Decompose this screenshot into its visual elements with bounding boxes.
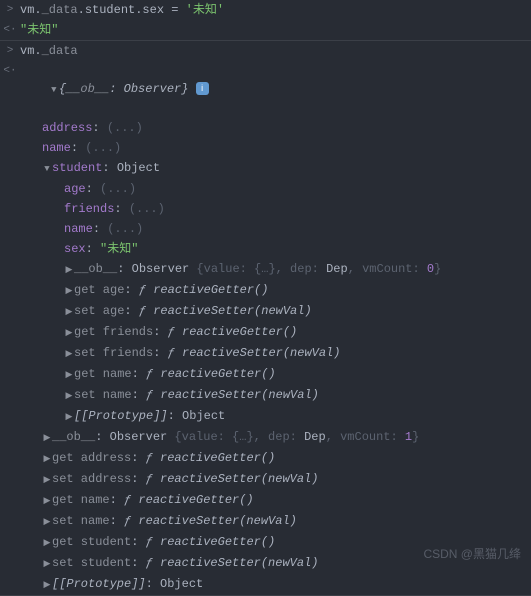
- accessor-kind: set friends: [74, 346, 153, 360]
- prop-value: Object: [182, 409, 225, 423]
- prop-value[interactable]: (...): [85, 141, 121, 155]
- accessor-kind: get name: [74, 367, 132, 381]
- prompt-output-icon: <·: [0, 62, 20, 80]
- expand-arrow-icon[interactable]: ▼: [49, 81, 59, 99]
- prop-key: friends: [64, 202, 114, 216]
- expand-arrow-icon[interactable]: ▼: [42, 160, 52, 178]
- console-code: vm._data.student.sex = '未知': [20, 1, 531, 19]
- tree-row[interactable]: ▶set friends: ƒ reactiveSetter(newVal): [0, 343, 531, 364]
- console-input-row[interactable]: > vm._data.student.sex = '未知': [0, 0, 531, 20]
- function-icon: ƒ reactiveGetter(): [168, 325, 298, 339]
- function-icon: ƒ reactiveGetter(): [146, 535, 276, 549]
- accessor-kind: set name: [52, 514, 110, 528]
- accessor-kind: get address: [52, 451, 131, 465]
- collapse-arrow-icon[interactable]: ▶: [64, 261, 74, 279]
- prop-value[interactable]: (...): [100, 182, 136, 196]
- function-icon: ƒ reactiveSetter(newVal): [124, 514, 297, 528]
- tree-row[interactable]: ▶[[Prototype]]: Object: [0, 574, 531, 595]
- prop-value: "未知": [100, 242, 138, 256]
- prop-key: age: [64, 182, 86, 196]
- tree-row[interactable]: ▶get age: ƒ reactiveGetter(): [0, 280, 531, 301]
- accessor-kind: set name: [74, 388, 132, 402]
- prop-key: name: [64, 222, 93, 236]
- tree-row[interactable]: ▼student: Object: [0, 158, 531, 179]
- function-icon: ƒ reactiveSetter(newVal): [146, 388, 319, 402]
- console-output-row: <· "未知": [0, 20, 531, 40]
- tree-row[interactable]: ▶get name: ƒ reactiveGetter(): [0, 490, 531, 511]
- prompt-input-icon: >: [0, 1, 20, 19]
- function-icon: ƒ reactiveSetter(newVal): [168, 346, 341, 360]
- prop-key: student: [52, 161, 102, 175]
- function-icon: ƒ reactiveSetter(newVal): [146, 556, 319, 570]
- prop-value[interactable]: (...): [107, 121, 143, 135]
- tree-row[interactable]: ▶__ob__: Observer {value: {…}, dep: Dep,…: [0, 259, 531, 280]
- collapse-arrow-icon[interactable]: ▶: [42, 513, 52, 531]
- accessor-kind: get age: [74, 283, 124, 297]
- prop-key: [[Prototype]]: [74, 409, 168, 423]
- function-icon: ƒ reactiveGetter(): [146, 451, 276, 465]
- tree-row[interactable]: ▶[[Prototype]]: Object: [0, 406, 531, 427]
- accessor-kind: get student: [52, 535, 131, 549]
- info-icon[interactable]: i: [196, 82, 209, 95]
- tree-row[interactable]: age: (...): [0, 179, 531, 199]
- prop-value: Observer {value: {…}, dep: Dep, vmCount:…: [132, 262, 442, 276]
- tree-row[interactable]: ▶get address: ƒ reactiveGetter(): [0, 448, 531, 469]
- accessor-kind: set age: [74, 304, 124, 318]
- collapse-arrow-icon[interactable]: ▶: [42, 450, 52, 468]
- collapse-arrow-icon[interactable]: ▶: [64, 345, 74, 363]
- collapse-arrow-icon[interactable]: ▶: [64, 387, 74, 405]
- object-preview[interactable]: {__ob__: Observer}: [59, 82, 189, 96]
- prop-value[interactable]: (...): [129, 202, 165, 216]
- collapse-arrow-icon[interactable]: ▶: [42, 534, 52, 552]
- tree-row[interactable]: ▶get friends: ƒ reactiveGetter(): [0, 322, 531, 343]
- collapse-arrow-icon[interactable]: ▶: [42, 555, 52, 573]
- accessor-kind: get name: [52, 493, 110, 507]
- tree-row[interactable]: sex: "未知": [0, 239, 531, 259]
- tree-row[interactable]: ▶__ob__: Observer {value: {…}, dep: Dep,…: [0, 427, 531, 448]
- collapse-arrow-icon[interactable]: ▶: [64, 366, 74, 384]
- function-icon: ƒ reactiveGetter(): [139, 283, 269, 297]
- prompt-input-icon: >: [0, 42, 20, 60]
- tree-row[interactable]: friends: (...): [0, 199, 531, 219]
- prop-key: address: [42, 121, 92, 135]
- prop-key: sex: [64, 242, 86, 256]
- tree-row[interactable]: name: (...): [0, 219, 531, 239]
- function-icon: ƒ reactiveGetter(): [146, 367, 276, 381]
- collapse-arrow-icon[interactable]: ▶: [42, 471, 52, 489]
- prop-value: Object: [160, 577, 203, 591]
- prop-value: Observer {value: {…}, dep: Dep, vmCount:…: [110, 430, 420, 444]
- function-icon: ƒ reactiveSetter(newVal): [139, 304, 312, 318]
- collapse-arrow-icon[interactable]: ▶: [42, 576, 52, 594]
- tree-row[interactable]: ▶set name: ƒ reactiveSetter(newVal): [0, 511, 531, 532]
- tree-row[interactable]: name: (...): [0, 138, 531, 158]
- function-icon: ƒ reactiveSetter(newVal): [146, 472, 319, 486]
- prop-value: Object: [117, 161, 160, 175]
- console-input-row[interactable]: > vm._data: [0, 41, 531, 61]
- output-value: "未知": [20, 23, 58, 37]
- function-icon: ƒ reactiveGetter(): [124, 493, 254, 507]
- tree-row[interactable]: ▶get name: ƒ reactiveGetter(): [0, 364, 531, 385]
- tree-row[interactable]: ▶set age: ƒ reactiveSetter(newVal): [0, 301, 531, 322]
- collapse-arrow-icon[interactable]: ▶: [64, 303, 74, 321]
- prop-key: name: [42, 141, 71, 155]
- console-code: vm._data: [20, 42, 531, 60]
- collapse-arrow-icon[interactable]: ▶: [42, 492, 52, 510]
- tree-row[interactable]: ▶set address: ƒ reactiveSetter(newVal): [0, 469, 531, 490]
- watermark: CSDN @黑猫几绛: [423, 545, 521, 563]
- collapse-arrow-icon[interactable]: ▶: [42, 429, 52, 447]
- collapse-arrow-icon[interactable]: ▶: [64, 408, 74, 426]
- accessor-kind: set student: [52, 556, 131, 570]
- prompt-output-icon: <·: [0, 21, 20, 39]
- prop-key: [[Prototype]]: [52, 577, 146, 591]
- tree-row[interactable]: address: (...): [0, 118, 531, 138]
- console-output-row: <· ▼{__ob__: Observer} i: [0, 61, 531, 118]
- prop-key: __ob__: [74, 262, 117, 276]
- prop-key: __ob__: [52, 430, 95, 444]
- prop-value[interactable]: (...): [107, 222, 143, 236]
- collapse-arrow-icon[interactable]: ▶: [64, 324, 74, 342]
- collapse-arrow-icon[interactable]: ▶: [64, 282, 74, 300]
- tree-row[interactable]: ▶set name: ƒ reactiveSetter(newVal): [0, 385, 531, 406]
- accessor-kind: set address: [52, 472, 131, 486]
- accessor-kind: get friends: [74, 325, 153, 339]
